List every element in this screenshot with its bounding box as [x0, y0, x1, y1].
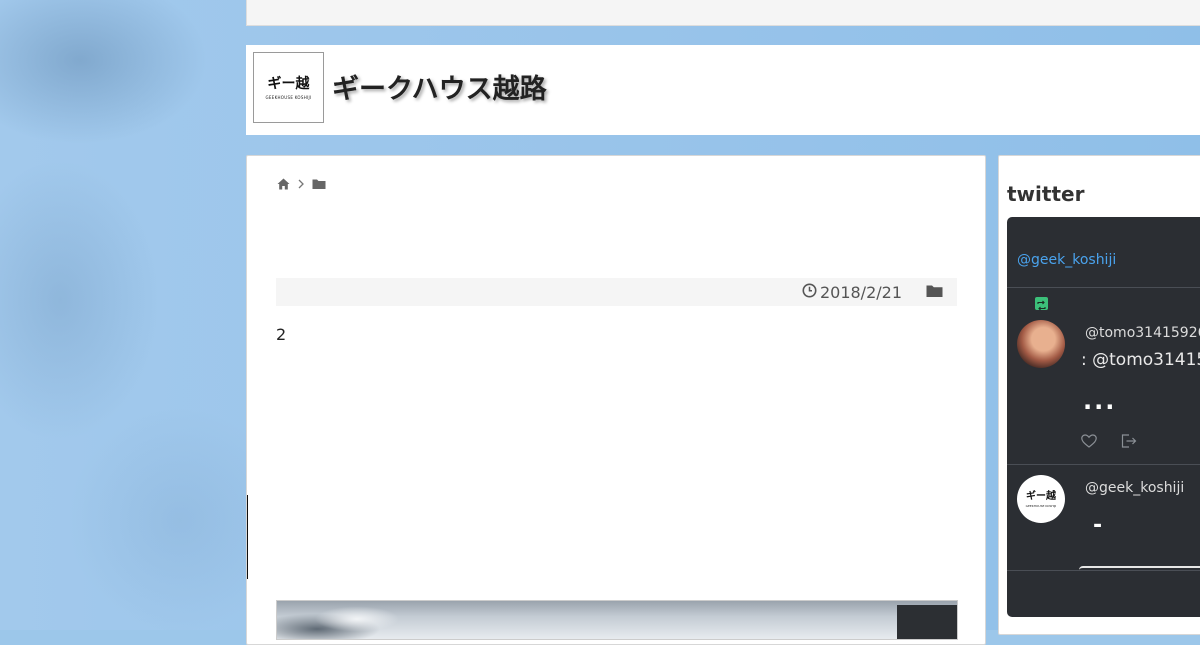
sidebar-title: twitter — [1007, 182, 1085, 206]
share-icon[interactable] — [1121, 433, 1137, 452]
text-cursor — [247, 495, 248, 579]
image-dark-area — [897, 605, 957, 639]
post-date-text: 2018/2/21 — [819, 282, 902, 302]
category-folder-icon[interactable] — [926, 283, 943, 302]
avatar[interactable]: ギー越 GEEKHOUSE KOSHIJI — [1017, 475, 1065, 523]
home-icon[interactable] — [277, 178, 290, 190]
site-header: ギー越 GEEKHOUSE KOSHIJI ギークハウス越路 — [246, 45, 1200, 135]
logo-text: ギー越 — [267, 75, 310, 92]
timeline-handle-link[interactable]: @geek_koshiji — [1017, 252, 1116, 268]
tweet-text: : @tomo31415 — [1081, 350, 1200, 370]
post-body: 2 — [276, 325, 287, 344]
tweet-divider — [1007, 464, 1200, 465]
post-meta: 2018/2/21 — [276, 278, 957, 306]
twitter-timeline[interactable]: @geek_koshiji @tomo31415926 : @tomo31415… — [1007, 217, 1200, 617]
tweet-media-card — [1079, 566, 1200, 574]
tweet-user[interactable]: @tomo31415926 — [1085, 325, 1200, 341]
avatar[interactable] — [1017, 320, 1065, 368]
avatar-logo-subtext: GEEKHOUSE KOSHIJI — [1025, 503, 1057, 508]
retweet-icon — [1035, 297, 1048, 311]
post-image — [276, 600, 958, 640]
chevron-right-icon — [298, 179, 304, 189]
avatar-logo-text: ギー越 — [1026, 490, 1056, 502]
logo-subtext: GEEKHOUSE KOSHIJI — [265, 94, 312, 100]
tweet-more: ... — [1083, 387, 1117, 415]
tweet-actions — [1081, 433, 1137, 452]
breadcrumb — [277, 178, 326, 190]
tweet-user[interactable]: @geek_koshiji — [1085, 480, 1184, 496]
image-tree — [277, 605, 447, 639]
clock-icon — [802, 283, 817, 302]
post-date: 2018/2/21 — [802, 283, 902, 302]
site-title[interactable]: ギークハウス越路 — [332, 67, 547, 106]
like-icon[interactable] — [1081, 433, 1097, 452]
folder-icon[interactable] — [312, 178, 326, 190]
sidebar: twitter @geek_koshiji @tomo31415926 : @t… — [998, 155, 1200, 635]
site-logo[interactable]: ギー越 GEEKHOUSE KOSHIJI — [253, 52, 324, 123]
timeline-divider — [1007, 287, 1200, 288]
top-bar — [246, 0, 1200, 26]
tweet-text: - — [1093, 513, 1103, 538]
main-content: 2018/2/21 2 — [246, 155, 986, 645]
